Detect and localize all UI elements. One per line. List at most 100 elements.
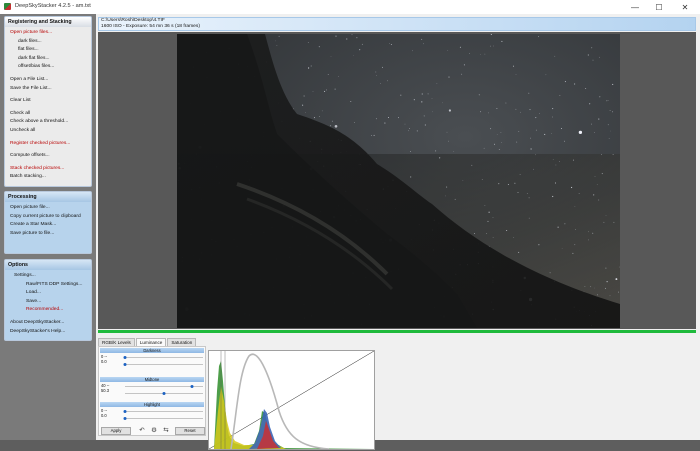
star [382,66,384,68]
star [380,83,381,84]
registering-panel: Registering and Stacking Open picture fi… [4,16,92,187]
star [564,140,566,142]
star [462,179,464,181]
star [572,252,574,254]
star [361,43,363,45]
tab-rgb-levels[interactable]: RGB/K Levels [98,338,135,346]
green-channel [214,361,374,449]
dark-files-link[interactable]: dark files... [5,38,91,47]
darkness-slider-2[interactable] [123,363,203,366]
star [359,49,361,51]
settings-link[interactable]: Settings... [5,272,91,281]
image-viewer[interactable] [98,32,696,329]
star [554,55,556,57]
star [610,130,611,132]
save-picture-link[interactable]: Save picture to file... [5,230,91,239]
star [410,176,412,178]
tab-luminance[interactable]: Luminance [135,338,167,346]
star [326,89,327,91]
star [529,109,531,111]
star [307,42,309,43]
stack-checked-link[interactable]: Stack checked pictures... [5,165,91,174]
star [603,221,605,223]
highlight-slider-2[interactable] [123,417,203,420]
midtone-thumb-1[interactable] [190,385,194,388]
star [619,266,620,268]
star [520,111,521,113]
star [615,278,618,281]
undo-icon[interactable]: ↶ [138,427,146,435]
offset-bias-files-link[interactable]: offset/bias files... [5,63,91,72]
star [413,99,415,101]
star [559,95,561,96]
star [496,134,498,135]
star [346,38,348,40]
star [597,294,599,296]
midtone-slider-1[interactable] [125,385,203,388]
star [454,198,456,200]
reset-button[interactable]: Reset [175,427,205,435]
star [574,206,576,207]
minimize-button[interactable]: — [624,0,646,14]
star [421,38,423,40]
open-picture-files-link[interactable]: Open picture files... [5,29,91,38]
apply-button[interactable]: Apply [101,427,131,435]
about-link[interactable]: About DeepSkyStacker... [5,319,91,328]
options-panel: Options Settings... Raw/FITS DDP Setting… [4,259,92,341]
compute-offsets-link[interactable]: Compute offsets... [5,152,91,161]
star [375,71,377,73]
star [498,183,500,185]
star [448,109,451,112]
star [552,158,554,160]
highlight-thumb-2[interactable] [123,417,127,420]
highlight-thumb-1[interactable] [123,410,127,413]
darkness-thumb-1[interactable] [123,356,127,359]
star [514,182,516,184]
uncheck-all-link[interactable]: Uncheck all [5,127,91,136]
raw-fits-settings-link[interactable]: Raw/FITS DDP Settings... [5,281,91,290]
midtone-thumb-2[interactable] [162,392,166,395]
star [598,199,600,201]
save-file-list-link[interactable]: Save the File List... [5,85,91,94]
astro-photo[interactable] [177,34,620,328]
tab-saturation[interactable]: Saturation [167,338,197,346]
open-picture-file-link[interactable]: Open picture file... [5,204,91,213]
star [526,193,528,194]
save-settings-link[interactable]: Save... [5,298,91,307]
star [318,46,320,48]
create-star-mask-link[interactable]: Create a Star Mask... [5,221,91,230]
help-link[interactable]: DeepSkyStacker's Help... [5,328,91,337]
progress-strip [98,330,696,333]
batch-stacking-link[interactable]: Batch stacking... [5,173,91,182]
highlight-slider-1[interactable] [123,410,203,413]
midtone-slider-2[interactable] [125,392,203,395]
open-file-list-link[interactable]: Open a File List... [5,76,91,85]
star [539,113,540,114]
star [554,182,557,184]
star [416,130,418,132]
exposure-info: 1600 ISO - Exposure: 54 mn 36 s (18 fram… [101,24,200,29]
dark-flat-files-link[interactable]: dark flat files... [5,55,91,64]
star [592,232,594,234]
load-settings-link[interactable]: Load... [5,289,91,298]
star [481,178,483,180]
star [530,137,531,139]
settings-icon[interactable]: ⚙ [150,427,158,435]
flat-files-link[interactable]: flat files... [5,46,91,55]
check-above-threshold-link[interactable]: Check above a threshold... [5,118,91,127]
close-button[interactable]: ✕ [674,0,696,14]
maximize-button[interactable]: ☐ [648,0,670,14]
register-checked-link[interactable]: Register checked pictures... [5,140,91,149]
star [538,36,540,38]
darkness-thumb-2[interactable] [123,363,127,366]
star [535,129,537,131]
copy-to-clipboard-link[interactable]: Copy current picture to clipboard [5,213,91,222]
recommended-link[interactable]: Recommended... [5,306,91,315]
star [493,143,496,145]
darkness-slider-1[interactable] [123,356,203,359]
clear-list-link[interactable]: Clear List [5,97,91,106]
star [517,192,519,193]
check-all-link[interactable]: Check all [5,110,91,119]
sync-icon[interactable]: ⇆ [162,427,170,435]
star [338,76,339,77]
